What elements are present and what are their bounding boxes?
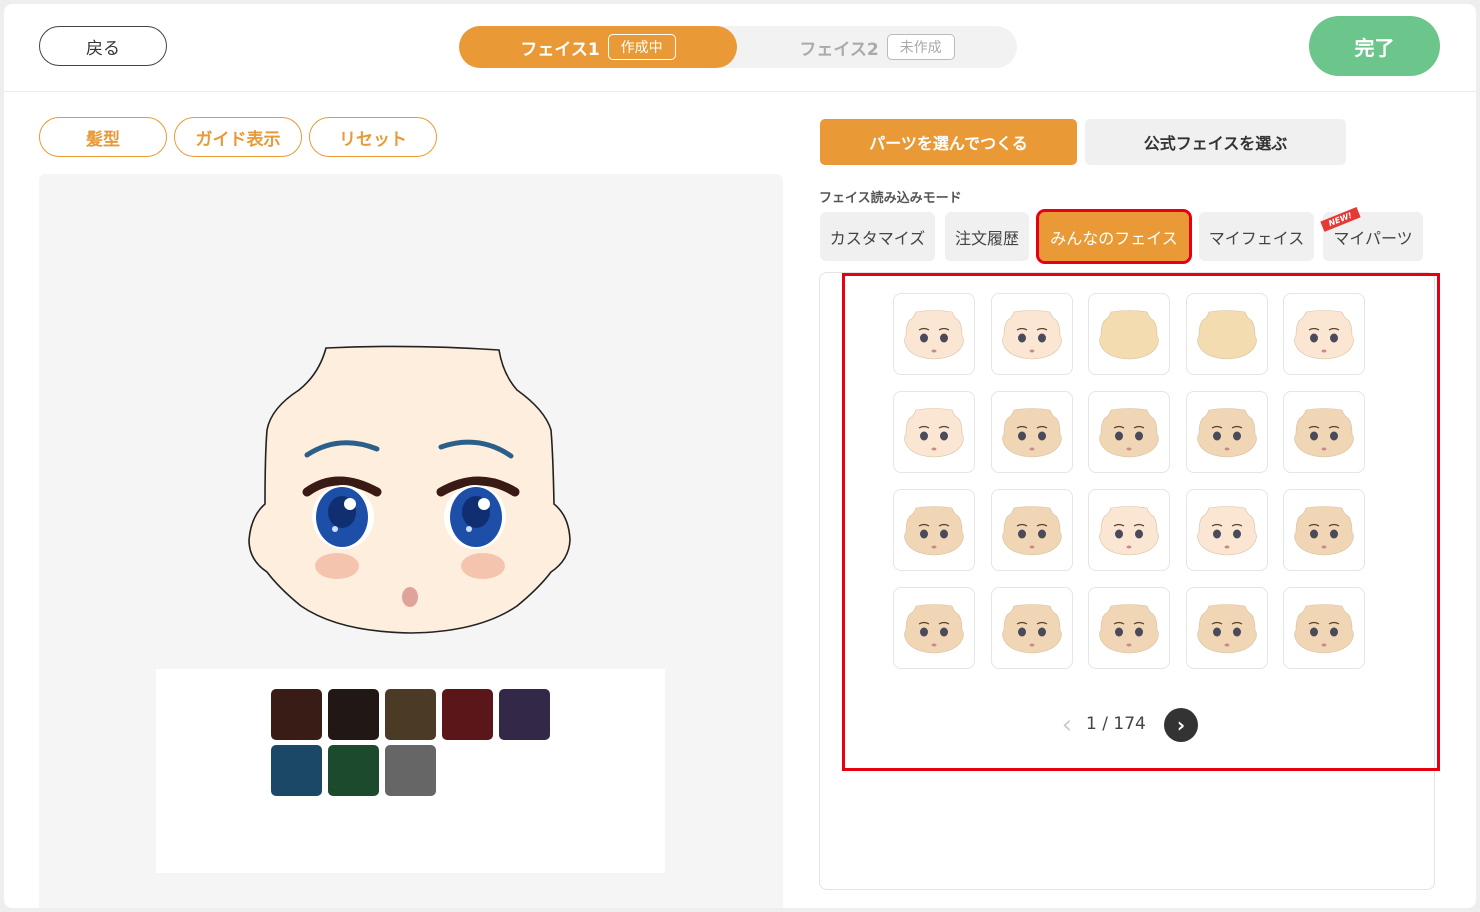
tab-face-1[interactable]: フェイス1 作成中: [459, 26, 737, 68]
color-swatch[interactable]: [385, 745, 436, 796]
tab-face-2-label: フェイス2: [799, 39, 879, 60]
tab-order-history[interactable]: 注文履歴: [945, 212, 1029, 261]
color-swatch[interactable]: [271, 745, 322, 796]
top-bar: 戻る フェイス1 作成中 フェイス2 未作成 完了: [4, 4, 1476, 92]
tab-customize[interactable]: カスタマイズ: [820, 212, 935, 261]
color-swatch[interactable]: [385, 689, 436, 740]
load-mode-label: フェイス読み込みモード: [819, 191, 962, 206]
tab-my-parts-label: マイパーツ: [1333, 228, 1413, 248]
back-button[interactable]: 戻る: [39, 26, 167, 66]
done-button[interactable]: 完了: [1309, 16, 1440, 76]
tab-face-2-status-badge: 未作成: [886, 34, 955, 60]
reset-button[interactable]: リセット: [309, 117, 437, 157]
color-swatch[interactable]: [442, 689, 493, 740]
color-swatch[interactable]: [328, 689, 379, 740]
hairstyle-button[interactable]: 髪型: [39, 117, 167, 157]
color-swatch[interactable]: [271, 689, 322, 740]
tab-my-parts[interactable]: NEW! マイパーツ: [1320, 207, 1423, 261]
guide-toggle-button[interactable]: ガイド表示: [174, 117, 302, 157]
color-palette: [156, 669, 665, 873]
tab-face-1-label: フェイス1: [520, 39, 600, 60]
tab-face-2[interactable]: フェイス2 未作成: [737, 26, 1017, 68]
color-swatch[interactable]: [328, 745, 379, 796]
tab-my-face[interactable]: マイフェイス: [1199, 212, 1314, 261]
mode-parts-button[interactable]: パーツを選んでつくる: [820, 119, 1077, 165]
app-window: 戻る フェイス1 作成中 フェイス2 未作成 完了 髪型 ガイド表示 リセット: [4, 4, 1476, 908]
tab-face-1-status-badge: 作成中: [607, 34, 676, 60]
face-preview-canvas: [39, 174, 783, 908]
color-swatch[interactable]: [499, 689, 550, 740]
mode-official-button[interactable]: 公式フェイスを選ぶ: [1085, 119, 1346, 165]
face-tabs: フェイス1 作成中 フェイス2 未作成: [459, 26, 1017, 68]
face-preview-image: [248, 345, 571, 634]
tab-everyones-faces[interactable]: みんなのフェイス: [1036, 209, 1192, 264]
highlight-annotation-box: [842, 273, 1440, 771]
